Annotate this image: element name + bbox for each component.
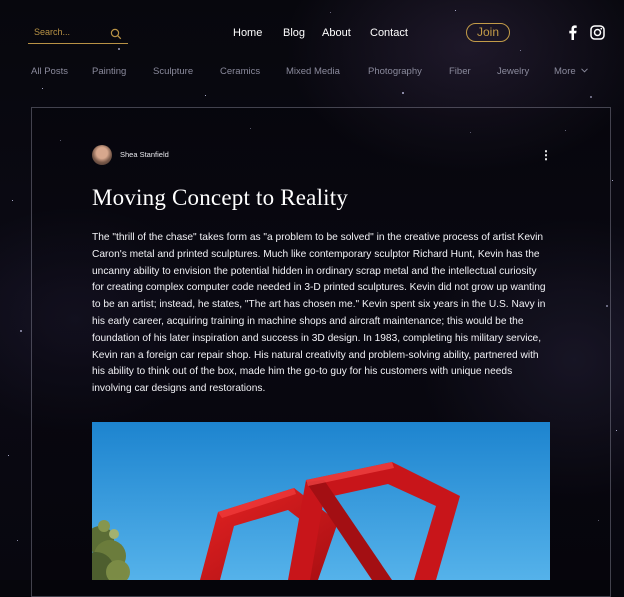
- category-photography[interactable]: Photography: [368, 66, 422, 77]
- category-more-label: More: [554, 66, 576, 77]
- category-more[interactable]: More: [554, 66, 589, 77]
- post-title: Moving Concept to Reality: [92, 185, 349, 210]
- nav-about-link[interactable]: About: [322, 27, 351, 39]
- site-header: Home Blog About Contact Join: [0, 0, 624, 60]
- category-mixed-media[interactable]: Mixed Media: [286, 66, 340, 77]
- nav-blog-link[interactable]: Blog: [283, 27, 305, 39]
- nav-contact-link[interactable]: Contact: [370, 27, 408, 39]
- more-actions-icon[interactable]: ⋮: [540, 148, 552, 162]
- category-fiber[interactable]: Fiber: [449, 66, 471, 77]
- category-painting[interactable]: Painting: [92, 66, 126, 77]
- search-icon[interactable]: [110, 25, 122, 44]
- author-name[interactable]: Shea Stanfield: [120, 150, 169, 159]
- sculpture-photo: [92, 422, 550, 580]
- search-input[interactable]: [34, 24, 109, 40]
- avatar[interactable]: [92, 145, 112, 165]
- join-button[interactable]: Join: [466, 23, 510, 42]
- category-ceramics[interactable]: Ceramics: [220, 66, 260, 77]
- search-box[interactable]: [28, 22, 128, 44]
- category-jewelry[interactable]: Jewelry: [497, 66, 529, 77]
- category-menu: All Posts Painting Sculpture Ceramics Mi…: [0, 66, 624, 80]
- category-sculpture[interactable]: Sculpture: [153, 66, 193, 77]
- nav-home-link[interactable]: Home: [233, 27, 262, 39]
- post-body: The "thrill of the chase" takes form as …: [92, 232, 546, 395]
- category-all-posts[interactable]: All Posts: [31, 66, 68, 77]
- instagram-icon[interactable]: [590, 25, 605, 44]
- facebook-icon[interactable]: [567, 25, 578, 44]
- chevron-down-icon: [581, 68, 589, 73]
